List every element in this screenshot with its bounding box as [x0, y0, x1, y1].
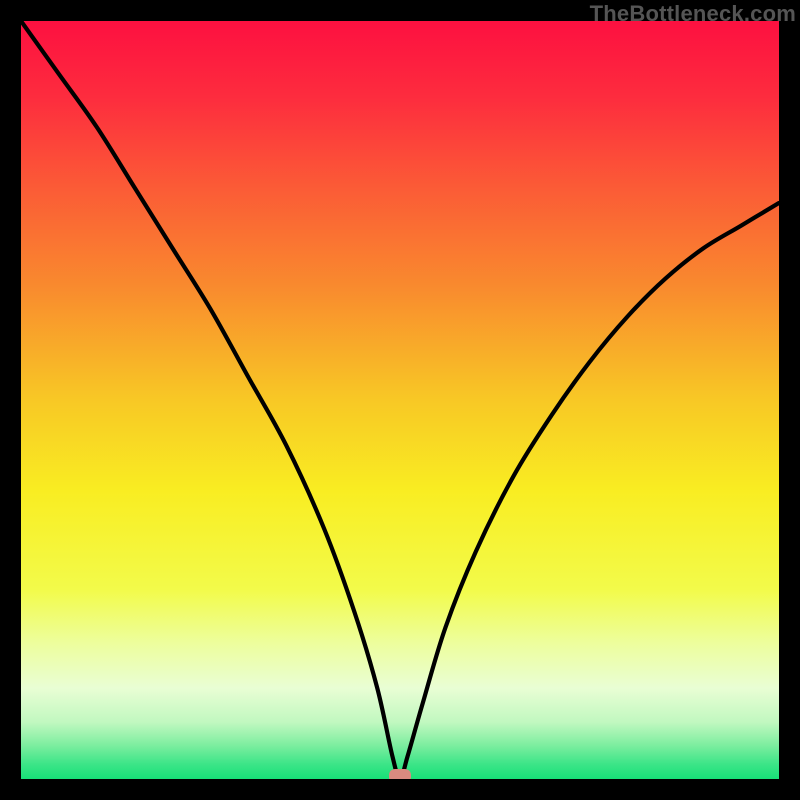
chart-frame	[21, 21, 779, 779]
chart-svg	[21, 21, 779, 779]
optimum-marker	[389, 769, 411, 779]
gradient-background	[21, 21, 779, 779]
watermark-text: TheBottleneck.com	[590, 1, 796, 27]
